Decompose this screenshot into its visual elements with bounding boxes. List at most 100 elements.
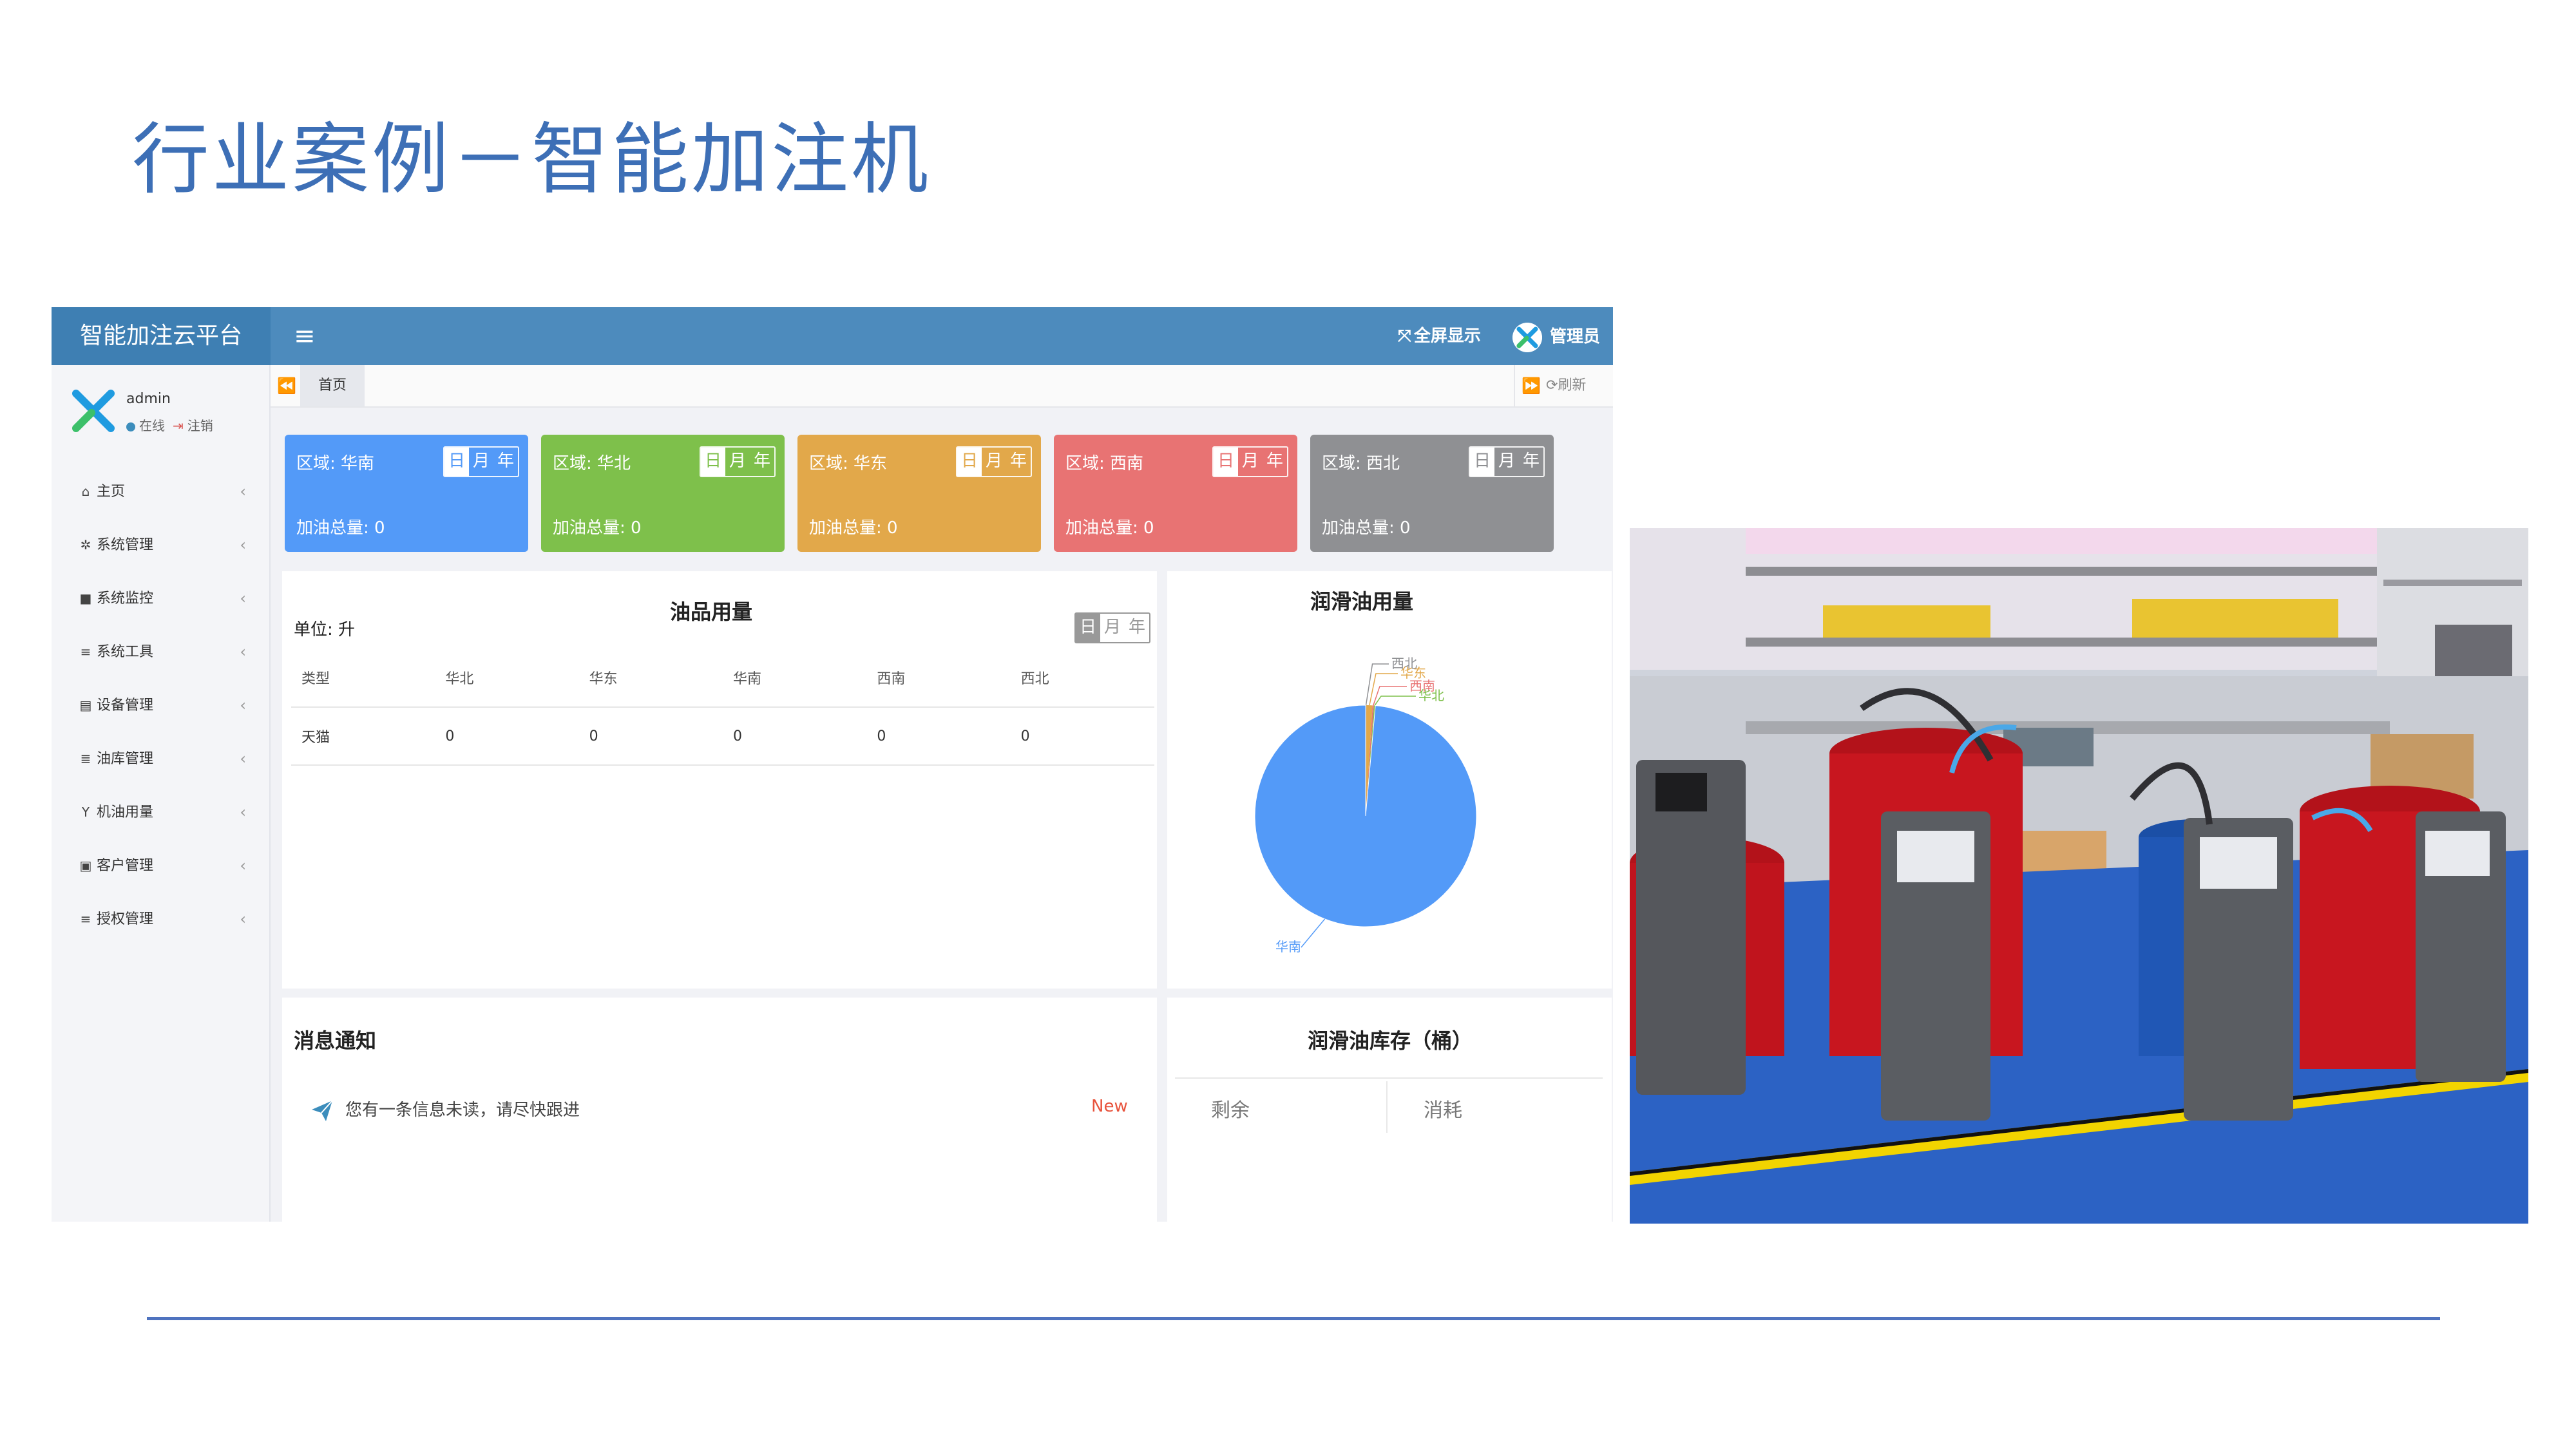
period-toggle: 日月年 [699,446,776,477]
lube-stock-panel: 润滑油库存（桶） 剩余 消耗 [1167,998,1612,1222]
table-header: 西北 [1010,649,1154,708]
table-cell: 0 [435,707,579,766]
oil-usage-title: 油品用量 [670,600,753,624]
region-card: 区域: 西北 日月年加油总量: 0 [1310,435,1554,552]
stock-remaining-label: 剩余 [1211,1099,1250,1122]
database-icon: ≣ [80,751,91,766]
gear-icon: ✲ [80,537,91,553]
admin-avatar[interactable] [1512,323,1542,352]
period-year[interactable]: 年 [1006,448,1031,476]
period-toggle: 日月年 [1468,446,1545,477]
online-label: 在线 [139,418,165,433]
sidebar: admin 在线 ⇥ 注销 ⌂ 主页 ‹ ✲ 系统管理 ‹ ■ 系统监控 ‹ ≡ 系统工具 ‹ ▤ 设备管理 ‹… [52,365,271,1222]
oil-usage-panel: 油品用量 单位: 升 日月年 类型 华北 华东 华南 西南 西北 天猫 0 0 0 0 0 [282,571,1157,989]
period-day[interactable]: 日 [700,448,725,476]
pie-slice-label: 华北 [1418,688,1444,703]
period-toggle: 日月年 [1212,446,1288,477]
message-title: 消息通知 [294,1028,377,1053]
chevron-left-icon: ‹ [240,750,246,768]
unit-label: 单位: 升 [294,620,356,639]
tab-scroll-right-icon[interactable]: ⏩ [1514,365,1541,406]
app-brand[interactable]: 智能加注云平台 [52,307,271,365]
period-day[interactable]: 日 [1076,614,1101,642]
period-month[interactable]: 月 [1238,448,1263,476]
period-year[interactable]: 年 [1263,448,1287,476]
period-year[interactable]: 年 [493,448,518,476]
bottom-divider [147,1317,2440,1320]
logout-link[interactable]: 注销 [187,418,213,433]
chevron-left-icon: ‹ [240,910,246,928]
period-day[interactable]: 日 [1213,448,1238,476]
sidebar-item-label: 系统工具 [97,644,154,660]
sidebar-item[interactable]: ✲ 系统管理 ‹ [52,518,269,572]
period-month[interactable]: 月 [725,448,750,476]
user-name: admin [126,391,171,407]
period-day[interactable]: 日 [444,448,469,476]
table-cell: 0 [722,707,867,766]
filter-icon: Y [81,804,90,820]
chevron-left-icon: ‹ [240,696,246,714]
sidebar-item[interactable]: ≡ 授权管理 ‹ [52,893,269,946]
period-day[interactable]: 日 [957,448,982,476]
region-label: 区域: 西北 [1322,454,1400,473]
region-label: 区域: 华南 [296,454,375,473]
sidebar-item[interactable]: ▣ 客户管理 ‹ [52,839,269,893]
period-day[interactable]: 日 [1469,448,1494,476]
list-icon: ≡ [80,911,91,927]
region-card: 区域: 华南 日月年加油总量: 0 [285,435,528,552]
sidebar-item-label: 系统监控 [97,591,154,607]
sidebar-item[interactable]: ▤ 设备管理 ‹ [52,679,269,732]
period-month[interactable]: 月 [982,448,1006,476]
chevron-left-icon: ‹ [240,589,246,607]
pie-leader-line [1374,696,1416,706]
lube-usage-pie-chart: 西北华东西南华北华南 [1254,656,1477,954]
period-month[interactable]: 月 [1494,448,1519,476]
camera-icon: ■ [79,591,92,606]
sidebar-item[interactable]: ≡ 系统工具 ‹ [52,625,269,679]
new-badge: New [1091,1097,1128,1116]
table-header: 华东 [578,649,723,708]
refueling-machines-photo [1630,528,2528,1224]
stock-divider [1175,1077,1603,1079]
online-dot-icon [126,422,135,431]
sidebar-item[interactable]: ≣ 油库管理 ‹ [52,732,269,786]
region-total: 加油总量: 0 [809,518,898,538]
pie-slice[interactable] [1254,705,1477,927]
refresh-button[interactable]: ⟳刷新 [1546,365,1586,406]
usage-period-toggle: 日月年 [1074,612,1151,643]
sidebar-item-label: 主页 [97,484,126,500]
stock-consumed-label: 消耗 [1424,1099,1462,1122]
paper-plane-icon [312,1100,333,1121]
period-month[interactable]: 月 [1100,614,1125,642]
tab-home[interactable]: 首页 [300,365,365,406]
table-row: 天猫 0 0 0 0 0 [291,707,1154,766]
pie-leader-line [1301,918,1326,948]
region-card: 区域: 华北 日月年加油总量: 0 [541,435,785,552]
logout-icon[interactable]: ⇥ [173,418,184,433]
menu-toggle-icon[interactable]: ≡ [294,307,316,365]
sidebar-menu: ⌂ 主页 ‹ ✲ 系统管理 ‹ ■ 系统监控 ‹ ≡ 系统工具 ‹ ▤ 设备管理 ‹ ≣ 油库管理 ‹ Y 机油用量 ‹… [52,465,269,946]
chevron-left-icon: ‹ [240,643,246,661]
period-year[interactable]: 年 [1519,448,1543,476]
top-navbar: 智能加注云平台 ≡ ⤧ 全屏显示 管理员 [52,307,1613,365]
chevron-left-icon: ‹ [240,482,246,500]
sidebar-item[interactable]: ■ 系统监控 ‹ [52,572,269,625]
region-label: 区域: 西南 [1065,454,1144,473]
sidebar-item-label: 油库管理 [97,751,154,767]
period-year[interactable]: 年 [750,448,774,476]
table-cell: 天猫 [291,707,435,766]
region-total: 加油总量: 0 [296,518,385,538]
message-item[interactable]: 您有一条信息未读，请尽快跟进 [345,1097,580,1121]
table-cell: 0 [866,707,1011,766]
message-panel: 消息通知 您有一条信息未读，请尽快跟进 New [282,998,1157,1222]
lube-usage-panel: 润滑油用量 西北华东西南华北华南 西北华东西南华北华南 [1167,571,1612,1032]
fullscreen-button[interactable]: ⤧ 全屏显示 [1398,307,1481,365]
admin-menu[interactable]: 管理员 [1550,307,1600,365]
period-year[interactable]: 年 [1125,614,1149,642]
user-status: 在线 ⇥ 注销 [126,415,213,434]
sidebar-item[interactable]: Y 机油用量 ‹ [52,786,269,839]
period-month[interactable]: 月 [469,448,493,476]
tab-scroll-left-icon[interactable]: ⏪ [277,365,296,406]
region-total: 加油总量: 0 [1065,518,1154,538]
sidebar-item[interactable]: ⌂ 主页 ‹ [52,465,269,518]
